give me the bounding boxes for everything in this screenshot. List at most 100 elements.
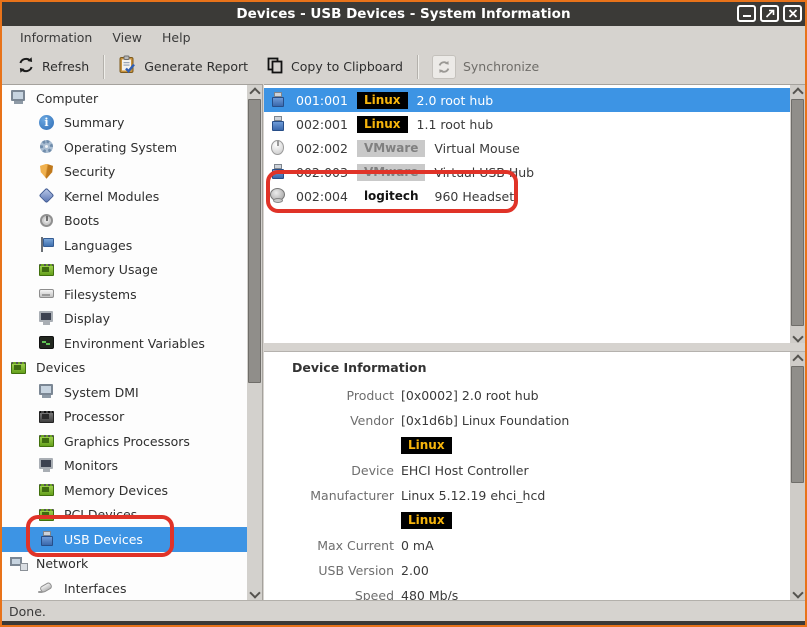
content-area: Computer Summary Operating System Securi… bbox=[2, 84, 805, 600]
copy-to-clipboard-label: Copy to Clipboard bbox=[291, 59, 403, 74]
sidebar-item-usb-devices[interactable]: USB Devices bbox=[2, 527, 247, 552]
device-row-002-004[interactable]: 002:004 logitech 960 Headset bbox=[264, 184, 790, 208]
chevron-up-icon bbox=[792, 354, 803, 365]
titlebar[interactable]: Devices - USB Devices - System Informati… bbox=[2, 2, 805, 26]
refresh-icon bbox=[17, 56, 35, 77]
memory-chip-icon bbox=[10, 359, 28, 377]
sidebar-item-processor[interactable]: Processor bbox=[2, 405, 247, 430]
info-row-device: Device EHCI Host Controller bbox=[264, 458, 790, 483]
chevron-down-icon bbox=[249, 587, 260, 598]
info-panel-scrollbar-thumb[interactable] bbox=[791, 366, 804, 483]
info-value: [0x1d6b] Linux Foundation bbox=[401, 413, 569, 428]
maximize-button[interactable] bbox=[760, 5, 779, 22]
device-list-scrollbar[interactable] bbox=[790, 85, 805, 344]
scroll-down-arrow[interactable] bbox=[790, 586, 805, 600]
chevron-down-icon bbox=[792, 331, 803, 342]
linux-badge: Linux bbox=[401, 512, 452, 529]
display-icon bbox=[38, 457, 56, 475]
sidebar-item-label: Environment Variables bbox=[64, 336, 205, 351]
device-row-002-002[interactable]: 002:002 VMware Virtual Mouse bbox=[264, 136, 790, 160]
sidebar-item-graphics-processors[interactable]: Graphics Processors bbox=[2, 429, 247, 454]
scroll-up-arrow[interactable] bbox=[790, 85, 805, 99]
synchronize-button[interactable]: Synchronize bbox=[423, 51, 548, 83]
device-name: 1.1 root hub bbox=[417, 117, 494, 132]
device-bus-id: 002:001 bbox=[296, 117, 348, 132]
info-label: Product bbox=[264, 388, 401, 403]
usb-device-list: 001:001 Linux 2.0 root hub 002:001 Linux… bbox=[264, 84, 805, 343]
sidebar-item-label: PCI Devices bbox=[64, 507, 137, 522]
sidebar-item-operating-system[interactable]: Operating System bbox=[2, 135, 247, 160]
info-label: USB Version bbox=[264, 563, 401, 578]
sidebar-scrollbar[interactable] bbox=[247, 85, 262, 600]
sidebar-item-filesystems[interactable]: Filesystems bbox=[2, 282, 247, 307]
device-row-002-003[interactable]: 002:003 VMware Virtual USB Hub bbox=[264, 160, 790, 184]
menu-information[interactable]: Information bbox=[10, 27, 102, 48]
menu-view[interactable]: View bbox=[102, 27, 152, 48]
scroll-up-arrow[interactable] bbox=[790, 352, 805, 366]
sidebar-item-boots[interactable]: Boots bbox=[2, 209, 247, 234]
app-window: Devices - USB Devices - System Informati… bbox=[0, 0, 807, 627]
sidebar-item-display[interactable]: Display bbox=[2, 307, 247, 332]
sidebar-item-interfaces[interactable]: Interfaces bbox=[2, 576, 247, 600]
usb-drive-icon bbox=[38, 530, 56, 548]
info-row-vendor: Vendor [0x1d6b] Linux Foundation bbox=[264, 408, 790, 433]
sidebar-item-label: Processor bbox=[64, 409, 124, 424]
window-controls bbox=[737, 5, 802, 22]
sidebar-item-monitors[interactable]: Monitors bbox=[2, 454, 247, 479]
scroll-up-arrow[interactable] bbox=[247, 85, 262, 99]
info-row-badge: Linux bbox=[264, 508, 790, 533]
refresh-label: Refresh bbox=[42, 59, 89, 74]
drive-icon bbox=[38, 285, 56, 303]
sidebar-item-label: Devices bbox=[36, 360, 85, 375]
sidebar-item-security[interactable]: Security bbox=[2, 160, 247, 185]
device-row-002-001[interactable]: 002:001 Linux 1.1 root hub bbox=[264, 112, 790, 136]
sidebar-item-network[interactable]: Network bbox=[2, 552, 247, 577]
toolbar: Refresh Generate Report bbox=[2, 49, 805, 84]
sidebar-item-label: Display bbox=[64, 311, 110, 326]
info-panel-scrollbar[interactable] bbox=[790, 352, 805, 600]
sidebar-item-memory-devices[interactable]: Memory Devices bbox=[2, 478, 247, 503]
sidebar-item-memory-usage[interactable]: Memory Usage bbox=[2, 258, 247, 283]
minimize-button[interactable] bbox=[737, 5, 756, 22]
info-row-usb-version: USB Version 2.00 bbox=[264, 558, 790, 583]
sidebar-item-label: Languages bbox=[64, 238, 132, 253]
sidebar-item-pci-devices[interactable]: PCI Devices bbox=[2, 503, 247, 528]
device-info-rows: Product [0x0002] 2.0 root hub Vendor [0x… bbox=[264, 383, 790, 608]
toolbar-separator bbox=[417, 55, 418, 79]
sidebar-item-label: Memory Devices bbox=[64, 483, 168, 498]
chevron-up-icon bbox=[249, 87, 260, 98]
sidebar-item-languages[interactable]: Languages bbox=[2, 233, 247, 258]
sidebar-item-environment-variables[interactable]: Environment Variables bbox=[2, 331, 247, 356]
device-list-scrollbar-thumb[interactable] bbox=[791, 99, 804, 326]
device-bus-id: 002:002 bbox=[296, 141, 348, 156]
generate-report-button[interactable]: Generate Report bbox=[109, 51, 257, 82]
flag-icon bbox=[38, 236, 56, 254]
info-value: EHCI Host Controller bbox=[401, 463, 529, 478]
copy-to-clipboard-icon bbox=[266, 56, 284, 78]
window-title: Devices - USB Devices - System Informati… bbox=[2, 2, 805, 26]
scroll-down-arrow[interactable] bbox=[247, 586, 262, 600]
sidebar-item-devices[interactable]: Devices bbox=[2, 356, 247, 381]
copy-to-clipboard-button[interactable]: Copy to Clipboard bbox=[257, 52, 412, 82]
vendor-badge: VMware bbox=[357, 140, 425, 157]
vendor-badge: VMware bbox=[357, 164, 425, 181]
info-icon bbox=[38, 114, 56, 132]
device-row-001-001[interactable]: 001:001 Linux 2.0 root hub bbox=[264, 88, 790, 112]
sidebar-item-computer[interactable]: Computer bbox=[2, 86, 247, 111]
menubar: Information View Help bbox=[2, 26, 805, 49]
sidebar-item-label: System DMI bbox=[64, 385, 139, 400]
refresh-button[interactable]: Refresh bbox=[8, 52, 98, 81]
sidebar-item-system-dmi[interactable]: System DMI bbox=[2, 380, 247, 405]
memory-chip-icon bbox=[38, 481, 56, 499]
menu-help[interactable]: Help bbox=[152, 27, 201, 48]
sidebar-item-label: Filesystems bbox=[64, 287, 137, 302]
sidebar-item-label: Memory Usage bbox=[64, 262, 158, 277]
sidebar-scrollbar-thumb[interactable] bbox=[248, 99, 261, 383]
display-icon bbox=[38, 310, 56, 328]
sidebar-item-summary[interactable]: Summary bbox=[2, 111, 247, 136]
sidebar-item-kernel-modules[interactable]: Kernel Modules bbox=[2, 184, 247, 209]
sidebar-item-label: Graphics Processors bbox=[64, 434, 190, 449]
scroll-down-arrow[interactable] bbox=[790, 330, 805, 344]
close-button[interactable] bbox=[783, 5, 802, 22]
info-label: Manufacturer bbox=[264, 488, 401, 503]
